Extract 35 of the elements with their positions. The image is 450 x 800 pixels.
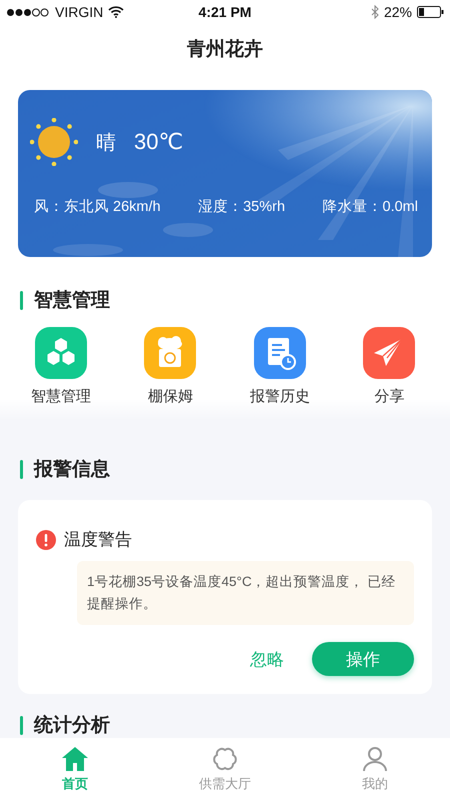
weather-detail: 风：东北风 26km/h bbox=[34, 198, 161, 216]
section-title: 智慧管理 bbox=[34, 288, 110, 313]
hexagons-icon[interactable] bbox=[34, 327, 87, 379]
section-title: 报警信息 bbox=[34, 458, 110, 482]
feature-label[interactable]: 棚保姆 bbox=[148, 387, 193, 406]
feature-label[interactable]: 智慧管理 bbox=[30, 387, 91, 406]
temperature: 30℃ bbox=[134, 129, 184, 155]
carrier-name: VIRGIN bbox=[55, 4, 104, 20]
home-icon bbox=[61, 746, 89, 772]
page-title: 青州花卉 bbox=[187, 38, 263, 62]
battery-icon bbox=[417, 6, 444, 18]
feature-label[interactable]: 分享 bbox=[374, 387, 404, 406]
tab-item[interactable]: 供需大厅 bbox=[150, 738, 300, 800]
wifi-icon bbox=[108, 6, 124, 18]
tab-item[interactable]: 我的 bbox=[300, 738, 450, 800]
ignore-link[interactable]: 忽略 bbox=[250, 648, 284, 670]
status-time: 4:21 PM bbox=[198, 4, 252, 20]
feature-label[interactable]: 报警历史 bbox=[250, 387, 310, 406]
weather-detail: 湿度：35%rh bbox=[198, 198, 286, 216]
signal-icon bbox=[6, 8, 50, 16]
action-button[interactable]: 操作 bbox=[312, 642, 414, 676]
weather-condition: 晴 bbox=[96, 130, 116, 156]
document-clock-icon[interactable] bbox=[254, 327, 306, 379]
alert-message: 1号花棚35号设备温度45°C，超出预警温度， 已经提醒操作。 bbox=[77, 561, 414, 625]
alert-title: 温度警告 bbox=[64, 529, 132, 551]
sun-icon bbox=[30, 118, 78, 166]
battery-percent: 22% bbox=[384, 4, 412, 20]
section-title: 统计分析 bbox=[34, 714, 110, 738]
warning-icon bbox=[36, 530, 56, 550]
flower-icon bbox=[211, 746, 239, 772]
paper-plane-icon[interactable] bbox=[363, 327, 416, 379]
tab-item[interactable]: 首页 bbox=[0, 738, 150, 800]
person-icon bbox=[361, 746, 389, 772]
bluetooth-icon bbox=[370, 5, 379, 19]
weather-detail: 降水量：0.0ml bbox=[322, 198, 418, 216]
